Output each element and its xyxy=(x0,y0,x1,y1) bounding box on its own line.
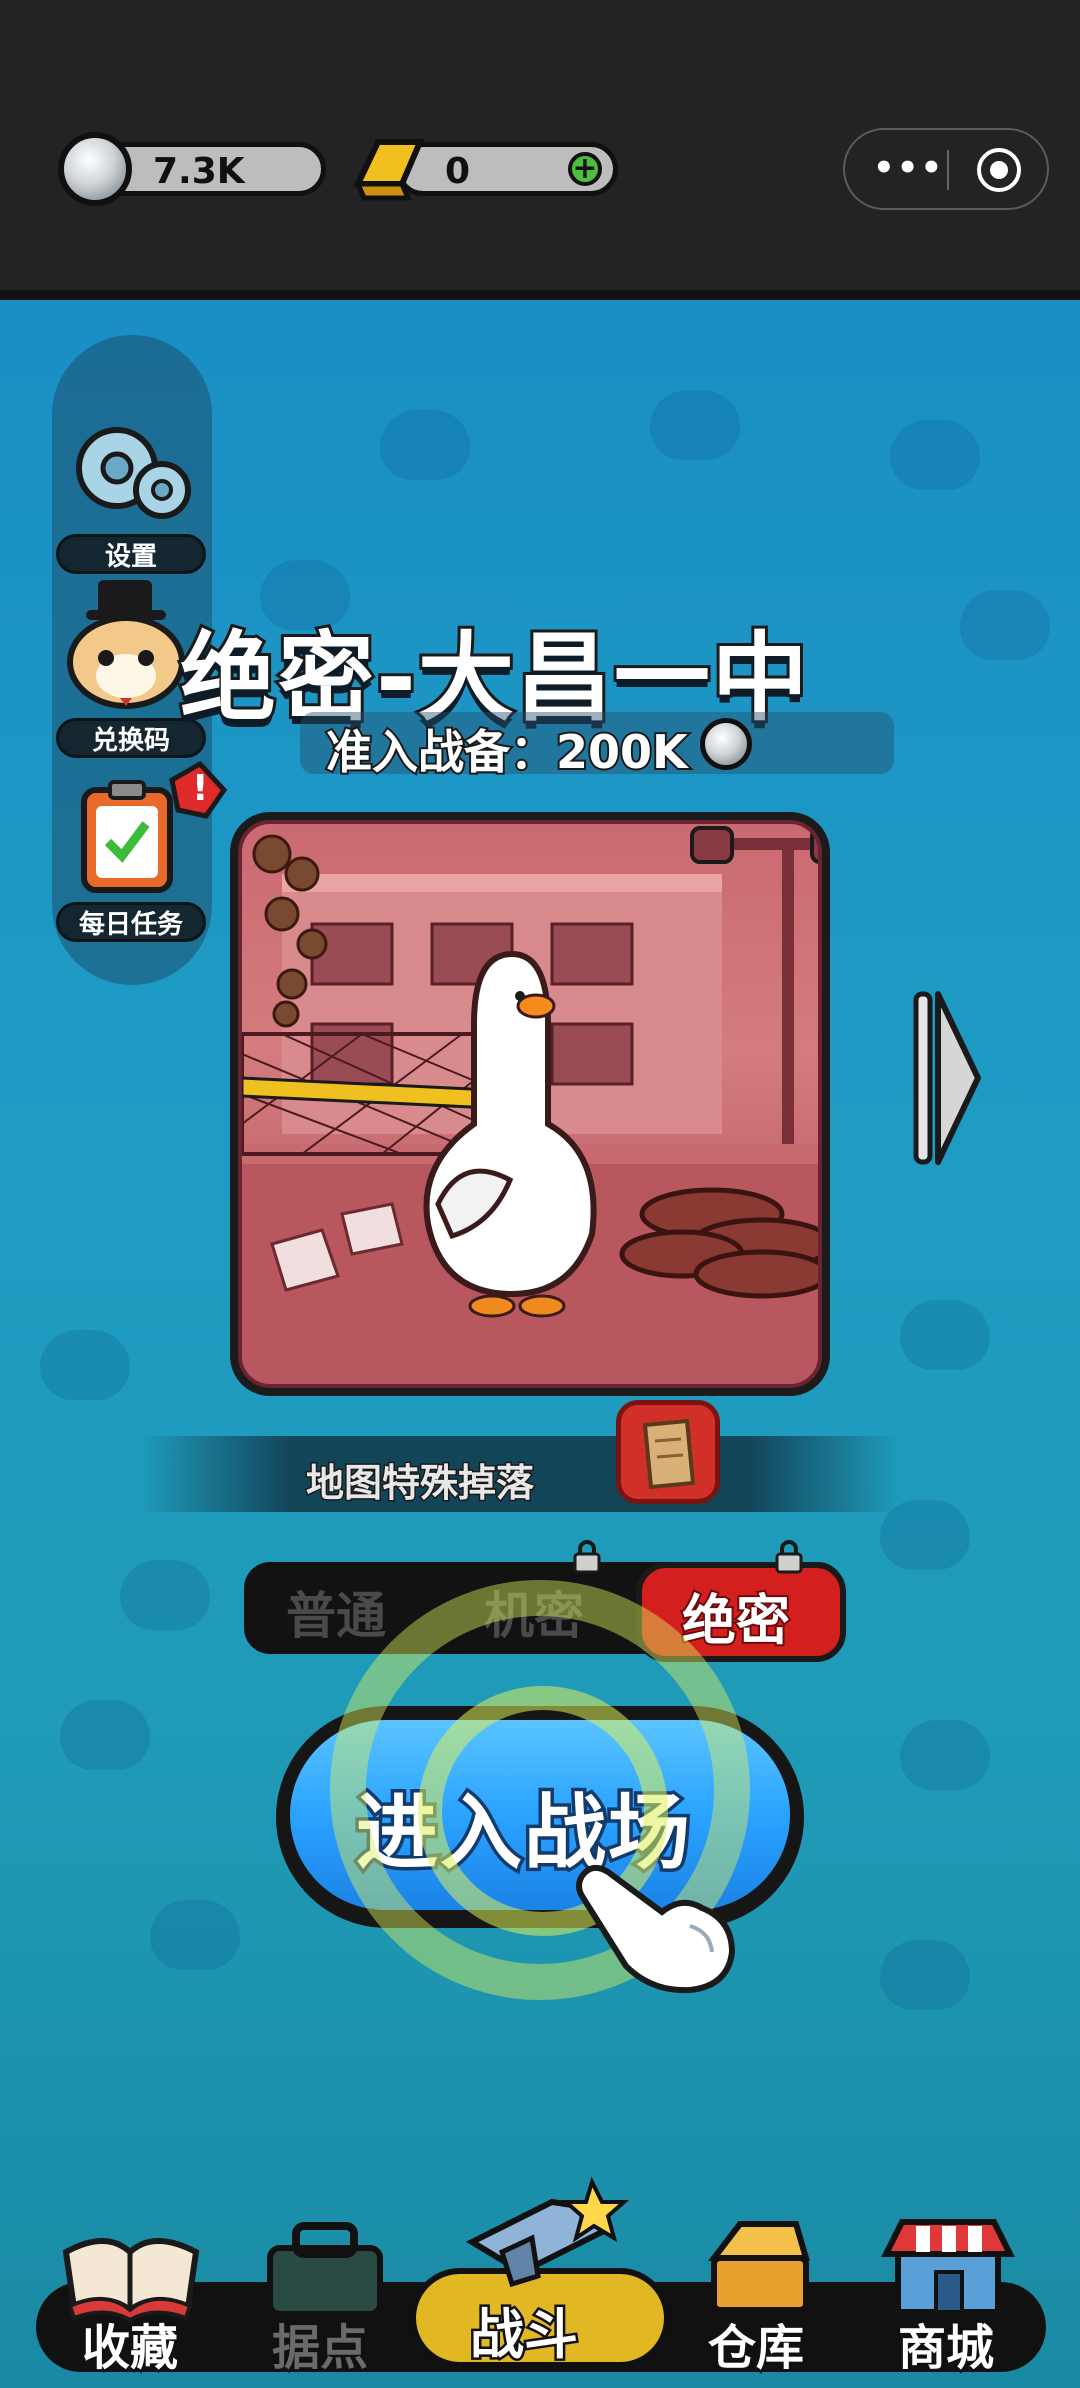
drop-item-slot[interactable] xyxy=(616,1400,720,1504)
more-menu-button[interactable]: ••• xyxy=(873,148,944,188)
special-drop-label: 地图特殊掉落 xyxy=(304,1460,535,1507)
nav-base[interactable]: 据点 xyxy=(269,2308,370,2379)
capsule-separator xyxy=(947,150,949,190)
school-scene-illustration xyxy=(242,826,818,1384)
paw-pattern xyxy=(150,1900,240,1970)
map-preview-image xyxy=(238,820,822,1388)
close-miniprogram-icon[interactable] xyxy=(977,148,1021,192)
gear-icon[interactable] xyxy=(62,418,202,528)
nav-battle[interactable]: 战斗 xyxy=(468,2290,581,2369)
silver-coin-icon xyxy=(58,132,132,206)
clipboard-icon[interactable] xyxy=(74,760,234,900)
silver-coin-icon xyxy=(700,718,752,770)
paw-pattern xyxy=(890,420,980,490)
next-map-arrow-icon[interactable] xyxy=(912,988,982,1168)
nav-warehouse[interactable]: 仓库 xyxy=(705,2308,806,2379)
difficulty-normal[interactable]: 普通 xyxy=(286,1576,386,1648)
top-bar-divider xyxy=(0,290,1080,300)
daily-tasks-button[interactable]: 每日任务 xyxy=(56,902,206,942)
alert-badge: ! xyxy=(192,768,209,809)
paw-pattern xyxy=(900,1720,990,1790)
book-icon xyxy=(62,2238,200,2322)
warehouse-box-icon xyxy=(707,2221,811,2313)
gold-amount: 0 xyxy=(445,151,471,192)
nav-shop[interactable]: 商城 xyxy=(895,2308,996,2379)
silver-amount: 7.3K xyxy=(153,151,245,192)
paw-pattern xyxy=(650,390,740,460)
base-toolbox-icon xyxy=(267,2222,383,2317)
gold-bar-icon xyxy=(353,139,425,201)
map-scroll-icon xyxy=(642,1418,696,1490)
paw-pattern xyxy=(60,1700,150,1770)
nav-collection[interactable]: 收藏 xyxy=(79,2308,180,2379)
paw-pattern xyxy=(880,1940,970,2010)
paw-pattern xyxy=(900,1300,990,1370)
pointing-hand-icon xyxy=(576,1864,736,1994)
paw-pattern xyxy=(380,410,470,480)
shop-icon xyxy=(881,2219,1015,2314)
battle-gun-icon xyxy=(465,2176,630,2288)
map-preview-card[interactable] xyxy=(230,812,830,1396)
lock-icon xyxy=(573,1540,601,1574)
paw-pattern xyxy=(40,1330,130,1400)
paw-pattern xyxy=(120,1560,210,1630)
plus-icon: + xyxy=(572,151,598,186)
difficulty-top-secret[interactable]: 绝密 xyxy=(680,1576,792,1655)
settings-button[interactable]: 设置 xyxy=(56,534,206,574)
lock-icon xyxy=(775,1540,803,1574)
entry-requirement: 准入战备：200K xyxy=(324,723,690,781)
add-gold-button[interactable]: + xyxy=(568,152,602,186)
miniprogram-capsule: ••• xyxy=(843,128,1049,210)
paw-pattern xyxy=(960,590,1050,660)
